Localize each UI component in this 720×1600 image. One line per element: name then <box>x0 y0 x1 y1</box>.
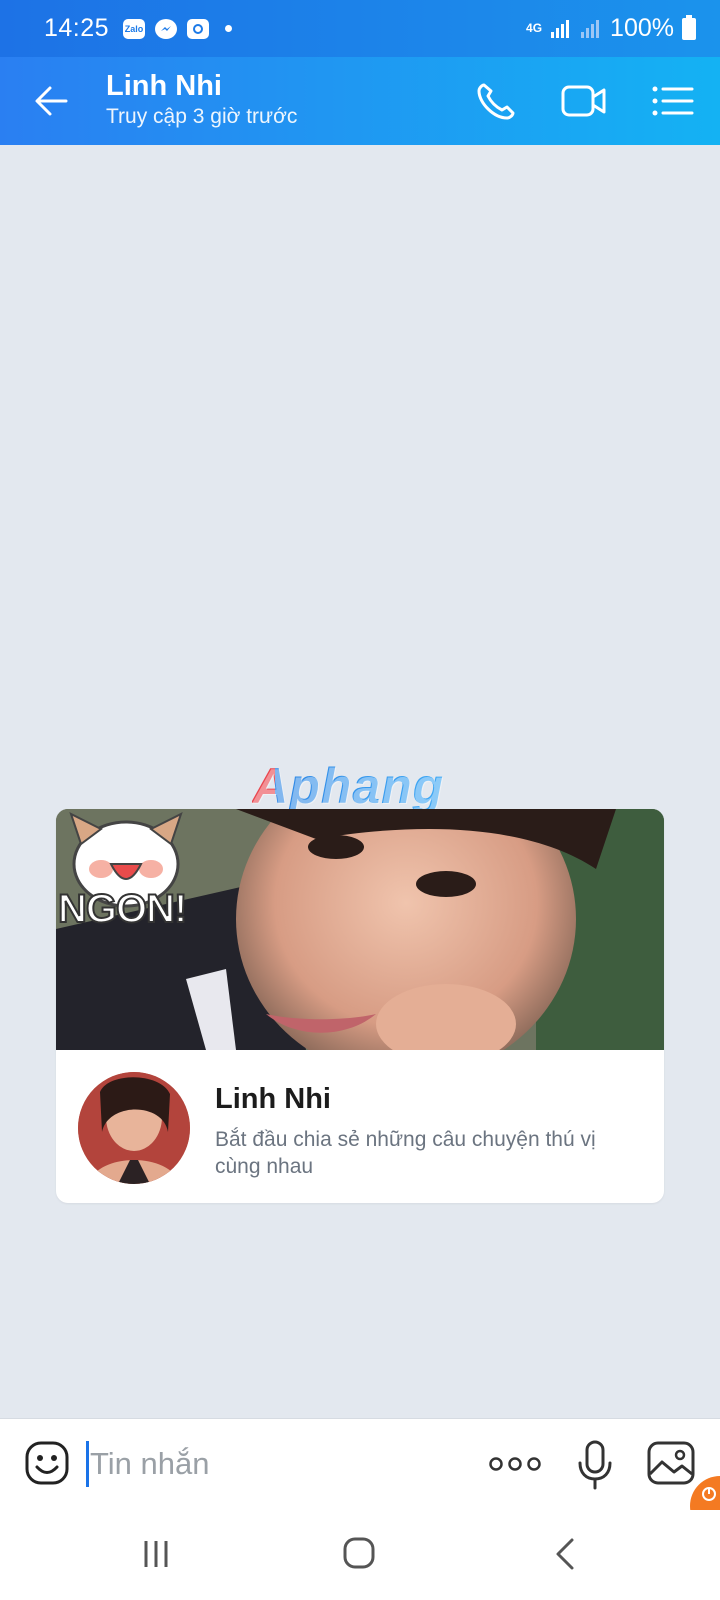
profile-description: Bắt đầu chia sẻ những câu chuyện thú vị … <box>215 1128 596 1178</box>
zalo-icon: Zalo <box>123 18 146 39</box>
chat-options-button[interactable] <box>650 79 696 123</box>
home-button[interactable] <box>340 1534 380 1574</box>
system-nav-bar <box>0 1510 720 1600</box>
avatar[interactable] <box>78 1072 190 1184</box>
video-call-button[interactable] <box>560 79 606 123</box>
text-cursor <box>86 1441 89 1487</box>
more-options-button[interactable] <box>488 1449 542 1479</box>
ngon-sticker: NGON! <box>56 809 196 932</box>
signal-icon <box>551 19 570 38</box>
send-image-button[interactable] <box>646 1440 696 1486</box>
voice-message-button[interactable] <box>574 1439 616 1491</box>
back-icon <box>556 1538 574 1570</box>
status-bar: 14:25 Zalo 4G 100% <box>0 0 720 57</box>
battery-percent: 100% <box>610 14 674 42</box>
recent-apps-button[interactable] <box>138 1534 178 1574</box>
contact-name: Linh Nhi <box>106 70 222 102</box>
message-input-bar <box>0 1418 720 1510</box>
profile-info: Linh Nhi Bắt đầu chia sẻ những câu chuyệ… <box>56 1050 664 1203</box>
watermark: Aphang <box>252 758 445 814</box>
voice-call-button[interactable] <box>474 79 520 123</box>
video-call-icon <box>561 85 606 117</box>
screen-recorder-icon <box>187 18 210 39</box>
cover-photo: NGON! <box>56 809 664 1050</box>
message-input[interactable] <box>90 1437 460 1491</box>
home-icon <box>343 1537 375 1569</box>
chat-screen: 14:25 Zalo 4G 100% Linh Nhi Truy cập 3 g… <box>0 0 720 1600</box>
recent-apps-icon <box>144 1541 168 1567</box>
emoji-icon <box>25 1441 69 1485</box>
back-arrow-icon <box>35 86 68 116</box>
notification-icons: Zalo <box>123 18 233 39</box>
link-icon <box>702 1487 716 1501</box>
status-time: 14:25 <box>44 14 110 42</box>
chat-area[interactable]: Aphang NGON! Linh Nhi Bắt đầu chia sẻ nh… <box>0 145 720 1418</box>
emoji-button[interactable] <box>24 1440 70 1486</box>
more-notifications-dot <box>225 25 233 32</box>
microphone-icon <box>578 1440 612 1490</box>
network-type: 4G <box>526 21 543 35</box>
system-back-button[interactable] <box>548 1534 588 1574</box>
back-button[interactable] <box>30 79 74 123</box>
more-icon <box>489 1457 541 1471</box>
profile-card[interactable]: NGON! Linh Nhi Bắt đầu chia sẻ những câu… <box>56 809 664 1203</box>
signal-secondary-icon <box>581 19 600 38</box>
list-menu-icon <box>652 86 694 116</box>
chat-header: Linh Nhi Truy cập 3 giờ trước <box>0 57 720 145</box>
battery-icon <box>682 14 696 40</box>
last-seen-status: Truy cập 3 giờ trước <box>106 105 298 128</box>
phone-icon <box>477 83 515 120</box>
messenger-icon <box>155 18 178 39</box>
profile-name: Linh Nhi <box>215 1083 331 1115</box>
sticker-text: NGON! <box>57 886 188 932</box>
contact-title[interactable]: Linh Nhi Truy cập 3 giờ trước <box>106 69 297 131</box>
status-right: 4G 100% <box>526 14 696 43</box>
image-icon <box>647 1441 695 1485</box>
